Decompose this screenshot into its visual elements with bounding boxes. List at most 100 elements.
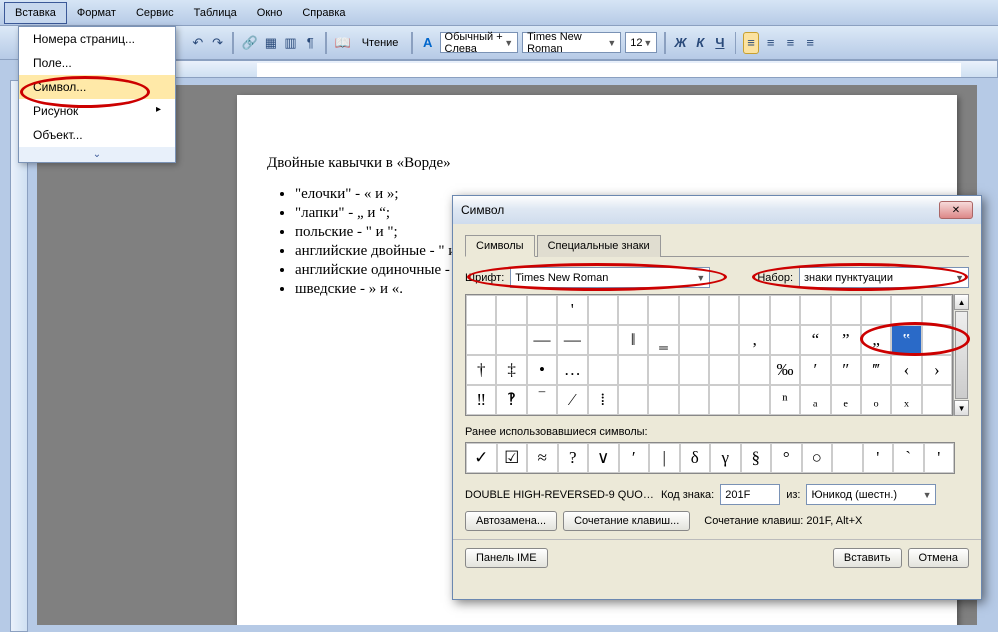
recent-cell[interactable]: ≈ — [527, 443, 558, 473]
align-center-icon[interactable]: ≡ — [763, 32, 779, 54]
symbol-cell[interactable]: ⁄ — [557, 385, 587, 415]
aa-icon[interactable]: A — [420, 32, 436, 54]
dropdown-picture[interactable]: Рисунок▸ — [19, 99, 175, 123]
menu-service[interactable]: Сервис — [126, 3, 184, 23]
symbol-cell[interactable] — [679, 295, 709, 325]
recent-cell[interactable]: ° — [771, 443, 802, 473]
grid-scrollbar[interactable]: ▲ ▼ — [953, 294, 969, 416]
symbol-cell[interactable] — [618, 355, 648, 385]
symbol-cell[interactable] — [770, 325, 800, 355]
symbol-cell[interactable] — [709, 355, 739, 385]
symbol-cell[interactable]: ― — [557, 325, 587, 355]
symbol-cell[interactable] — [831, 295, 861, 325]
symbol-cell[interactable]: ' — [557, 295, 587, 325]
dropdown-page-numbers[interactable]: Номера страниц... — [19, 27, 175, 51]
symbol-cell[interactable]: ‖ — [618, 325, 648, 355]
symbol-cell[interactable] — [922, 325, 952, 355]
font-combo[interactable]: Times New Roman▼ — [522, 32, 621, 53]
chevron-down-icon[interactable]: ⌄ — [19, 147, 175, 162]
symbol-cell[interactable] — [891, 295, 921, 325]
recent-cell[interactable]: γ — [710, 443, 741, 473]
symbol-cell[interactable] — [922, 385, 952, 415]
menu-table[interactable]: Таблица — [184, 3, 247, 23]
recent-cell[interactable]: ☑ — [497, 443, 528, 473]
symbol-cell[interactable]: — — [527, 325, 557, 355]
align-right-icon[interactable]: ≡ — [783, 32, 799, 54]
symbol-cell[interactable] — [739, 385, 769, 415]
symbol-cell[interactable]: … — [557, 355, 587, 385]
symbol-cell[interactable]: ₒ — [861, 385, 891, 415]
symbol-cell[interactable] — [588, 295, 618, 325]
symbol-cell[interactable] — [648, 355, 678, 385]
dropdown-field[interactable]: Поле... — [19, 51, 175, 75]
bold-button[interactable]: Ж — [673, 32, 689, 54]
set-select[interactable]: знаки пунктуации▼ — [799, 267, 969, 288]
symbol-cell[interactable]: ‼ — [466, 385, 496, 415]
symbol-cell[interactable] — [588, 325, 618, 355]
size-combo[interactable]: 12▼ — [625, 32, 657, 53]
recent-grid[interactable]: ✓☑≈?∨′|δγ§°○'`' — [465, 442, 955, 474]
recent-cell[interactable]: ' — [863, 443, 894, 473]
symbol-cell[interactable]: “ — [800, 325, 830, 355]
scroll-thumb[interactable] — [955, 311, 968, 399]
symbol-cell[interactable]: ‟ — [891, 325, 921, 355]
symbol-cell[interactable]: ‾ — [527, 385, 557, 415]
dropdown-object[interactable]: Объект... — [19, 123, 175, 147]
tab-special[interactable]: Специальные знаки — [537, 235, 661, 257]
close-icon[interactable]: ✕ — [939, 201, 973, 219]
italic-button[interactable]: К — [692, 32, 708, 54]
symbol-cell[interactable]: ₓ — [891, 385, 921, 415]
underline-button[interactable]: Ч — [712, 32, 728, 54]
symbol-cell[interactable]: ‰ — [770, 355, 800, 385]
recent-cell[interactable]: ′ — [619, 443, 650, 473]
symbol-cell[interactable]: „ — [861, 325, 891, 355]
symbol-cell[interactable]: › — [922, 355, 952, 385]
from-select[interactable]: Юникод (шестн.)▼ — [806, 484, 936, 505]
menu-help[interactable]: Справка — [292, 3, 355, 23]
symbol-cell[interactable] — [496, 295, 526, 325]
symbol-cell[interactable]: ‴ — [861, 355, 891, 385]
align-justify-icon[interactable]: ≡ — [802, 32, 818, 54]
font-select[interactable]: Times New Roman▼ — [510, 267, 710, 288]
symbol-cell[interactable] — [739, 355, 769, 385]
shortcut-button[interactable]: Сочетание клавиш... — [563, 511, 690, 531]
symbol-cell[interactable] — [800, 295, 830, 325]
undo-icon[interactable]: ↶ — [190, 32, 206, 54]
dropdown-symbol[interactable]: Символ... — [19, 75, 175, 99]
code-input[interactable] — [720, 484, 780, 505]
menu-window[interactable]: Окно — [247, 3, 293, 23]
redo-icon[interactable]: ↷ — [210, 32, 226, 54]
symbol-cell[interactable]: ‹ — [891, 355, 921, 385]
columns-icon[interactable]: ▥ — [283, 32, 299, 54]
symbol-cell[interactable] — [496, 325, 526, 355]
symbol-cell[interactable]: ‗ — [648, 325, 678, 355]
symbol-cell[interactable] — [648, 385, 678, 415]
symbol-cell[interactable] — [739, 295, 769, 325]
symbol-cell[interactable]: • — [527, 355, 557, 385]
recent-cell[interactable]: δ — [680, 443, 711, 473]
recent-cell[interactable]: ∨ — [588, 443, 619, 473]
symbol-cell[interactable]: ‽ — [496, 385, 526, 415]
symbol-cell[interactable]: ₐ — [800, 385, 830, 415]
symbol-cell[interactable] — [709, 385, 739, 415]
symbol-grid[interactable]: '—―‖‗‚“”„‟†‡•…‰′″‴‹›‼‽‾⁄⁞ⁿₐₑₒₓ — [465, 294, 953, 416]
symbol-cell[interactable]: ⁞ — [588, 385, 618, 415]
symbol-cell[interactable]: ⁿ — [770, 385, 800, 415]
symbol-cell[interactable] — [648, 295, 678, 325]
book-icon[interactable]: 📖 — [334, 32, 352, 54]
symbol-cell[interactable]: ₑ — [831, 385, 861, 415]
symbol-cell[interactable] — [679, 385, 709, 415]
symbol-cell[interactable] — [679, 355, 709, 385]
ime-button[interactable]: Панель IME — [465, 548, 548, 568]
symbol-cell[interactable] — [618, 385, 648, 415]
style-combo[interactable]: Обычный + Слева▼ — [440, 32, 519, 53]
symbol-cell[interactable]: ‚ — [739, 325, 769, 355]
symbol-cell[interactable] — [466, 325, 496, 355]
recent-cell[interactable] — [832, 443, 863, 473]
cancel-button[interactable]: Отмена — [908, 548, 969, 568]
symbol-cell[interactable] — [618, 295, 648, 325]
symbol-cell[interactable]: ” — [831, 325, 861, 355]
table-icon[interactable]: ▦ — [263, 32, 279, 54]
link-icon[interactable]: 🔗 — [241, 32, 259, 54]
tab-symbols[interactable]: Символы — [465, 235, 535, 257]
